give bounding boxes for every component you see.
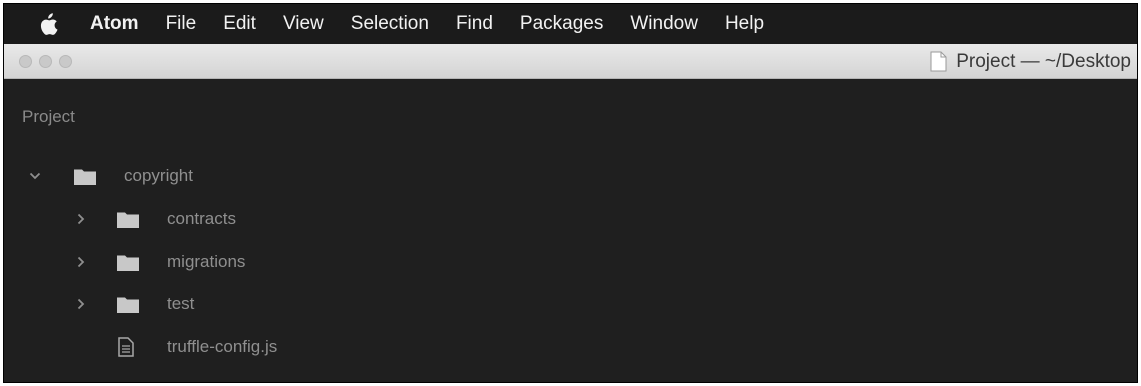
window-title: Project — ~/Desktop xyxy=(930,44,1131,79)
tree-item-label: contracts xyxy=(167,209,236,228)
chevron-right-icon[interactable] xyxy=(74,297,88,311)
tree-panel-title: Project xyxy=(22,107,75,126)
menu-find[interactable]: Find xyxy=(456,13,493,35)
tree-item-label: migrations xyxy=(167,252,246,271)
tree-item-truffle-config[interactable]: truffle-config.js xyxy=(4,334,1137,360)
menu-bar: Atom File Edit View Selection Find Packa… xyxy=(4,4,1137,44)
apple-logo-icon[interactable] xyxy=(38,12,58,36)
document-icon xyxy=(930,51,947,72)
close-window-button[interactable] xyxy=(19,55,32,68)
menu-edit[interactable]: Edit xyxy=(223,13,256,35)
folder-icon xyxy=(74,168,96,185)
tree-item-label: truffle-config.js xyxy=(167,337,278,356)
chevron-down-icon[interactable] xyxy=(28,169,42,183)
tree-item-label: test xyxy=(167,294,195,313)
menu-app-atom[interactable]: Atom xyxy=(90,13,139,35)
tree-item-label: copyright xyxy=(124,166,193,185)
menu-packages[interactable]: Packages xyxy=(520,13,603,35)
file-text-icon xyxy=(118,337,134,357)
atom-window: Atom File Edit View Selection Find Packa… xyxy=(3,3,1138,383)
window-title-bar[interactable]: Project — ~/Desktop xyxy=(4,44,1137,79)
folder-icon xyxy=(117,211,139,228)
zoom-window-button[interactable] xyxy=(59,55,72,68)
tree-item-copyright[interactable]: copyright xyxy=(4,163,1137,189)
tree-item-test[interactable]: test xyxy=(4,291,1137,317)
folder-icon xyxy=(117,254,139,271)
tree-item-contracts[interactable]: contracts xyxy=(4,206,1137,232)
menu-file[interactable]: File xyxy=(166,13,197,35)
menu-help[interactable]: Help xyxy=(725,13,764,35)
chevron-right-icon[interactable] xyxy=(74,212,88,226)
menu-selection[interactable]: Selection xyxy=(351,13,429,35)
menu-view[interactable]: View xyxy=(283,13,324,35)
menu-window[interactable]: Window xyxy=(630,13,698,35)
chevron-right-icon[interactable] xyxy=(74,255,88,269)
tree-view: Project copyright contracts migrations t… xyxy=(4,79,1137,382)
window-title-text: Project — ~/Desktop xyxy=(956,50,1131,72)
tree-item-migrations[interactable]: migrations xyxy=(4,249,1137,275)
folder-icon xyxy=(117,296,139,313)
minimize-window-button[interactable] xyxy=(39,55,52,68)
